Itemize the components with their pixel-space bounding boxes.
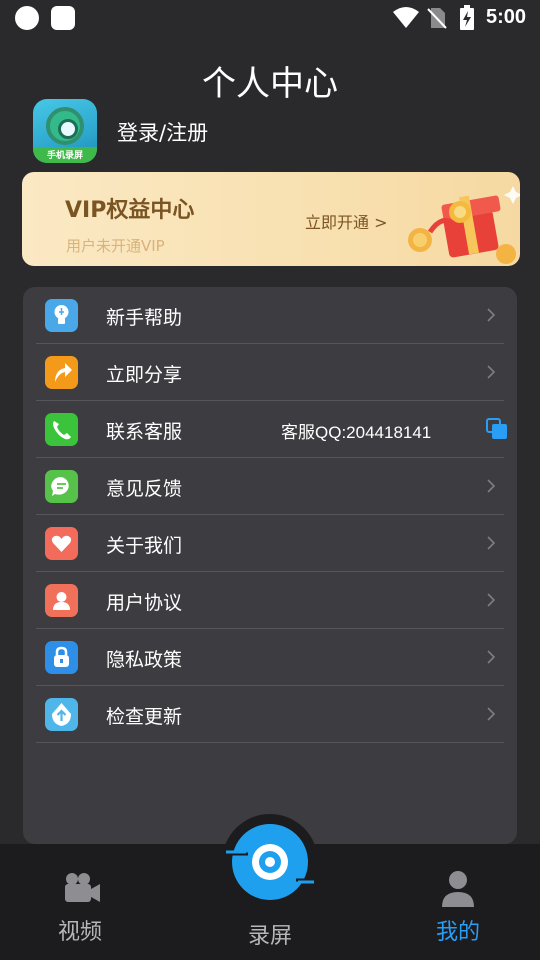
vip-banner[interactable]: VIP权益中心 用户未开通VIP 立即开通 >: [22, 172, 520, 266]
menu-item-feedback[interactable]: 意见反馈: [36, 458, 504, 515]
status-bar: 5:00: [0, 0, 540, 38]
vip-open-button[interactable]: 立即开通 >: [305, 209, 388, 233]
menu-item-privacy-policy[interactable]: 隐私政策: [36, 629, 504, 686]
upload-icon: [45, 698, 78, 731]
tab-record-label: 录屏: [247, 924, 292, 949]
app-logo: 手机录屏: [33, 99, 97, 163]
chevron-right-icon: [487, 707, 496, 721]
phone-icon: [45, 413, 78, 446]
menu-item-label: 检查更新: [106, 706, 183, 728]
chat-bubble-icon: [45, 470, 78, 503]
chevron-right-icon: [487, 593, 496, 607]
no-sim-icon: [427, 8, 447, 29]
tab-video-label: 视频: [57, 920, 102, 945]
vip-subtitle: 用户未开通VIP: [66, 237, 165, 255]
menu-item-label: 立即分享: [106, 364, 183, 386]
share-arrow-icon: [45, 356, 78, 389]
menu-item-user-agreement[interactable]: 用户协议: [36, 572, 504, 629]
customer-service-qq: 客服QQ:204418141: [281, 423, 432, 442]
camera-lens-icon: [46, 107, 84, 145]
chevron-right-icon: [487, 650, 496, 664]
menu-list: 新手帮助 立即分享 联系客服 客服QQ:204418141 意见反馈 关于我们: [23, 287, 517, 844]
user-profile-icon: [442, 871, 474, 907]
login-register-link[interactable]: 登录/注册: [117, 117, 208, 147]
tab-mine[interactable]: 我的: [408, 844, 508, 960]
menu-item-customer-service[interactable]: 联系客服 客服QQ:204418141: [36, 401, 507, 458]
chevron-right-icon: [487, 308, 496, 322]
menu-item-label: 联系客服: [106, 421, 183, 443]
user-icon: [45, 584, 78, 617]
chevron-right-icon: [487, 536, 496, 550]
chevron-right-icon: [487, 365, 496, 379]
page-title: 个人中心: [202, 64, 338, 104]
battery-charging-icon: [460, 5, 474, 30]
notification-square-icon: [51, 6, 75, 30]
video-camera-icon: [65, 873, 100, 902]
menu-item-about[interactable]: 关于我们: [36, 515, 504, 572]
menu-item-label: 用户协议: [106, 592, 183, 614]
lock-icon: [45, 641, 78, 674]
record-button[interactable]: [222, 814, 318, 910]
menu-item-label: 新手帮助: [106, 307, 183, 329]
copy-icon[interactable]: [486, 418, 508, 440]
gift-box-icon: [408, 186, 520, 264]
wifi-icon: [393, 7, 419, 28]
status-time: 5:00: [486, 6, 527, 28]
chevron-right-icon: [487, 479, 496, 493]
tab-video[interactable]: 视频: [30, 844, 130, 960]
menu-item-label: 隐私政策: [106, 649, 183, 671]
menu-item-label: 意见反馈: [106, 478, 183, 500]
logo-text: 手机录屏: [46, 151, 83, 161]
menu-item-label: 关于我们: [106, 535, 183, 557]
menu-item-check-update[interactable]: 检查更新: [36, 686, 504, 743]
tab-mine-label: 我的: [435, 920, 480, 945]
record-lens-icon: [226, 824, 316, 900]
heart-icon: [45, 527, 78, 560]
menu-item-help[interactable]: 新手帮助: [36, 287, 504, 344]
notification-circle-icon: [15, 6, 39, 30]
menu-item-share[interactable]: 立即分享: [36, 344, 504, 401]
lightbulb-icon: [45, 299, 78, 332]
vip-title: VIP权益中心: [65, 198, 195, 223]
